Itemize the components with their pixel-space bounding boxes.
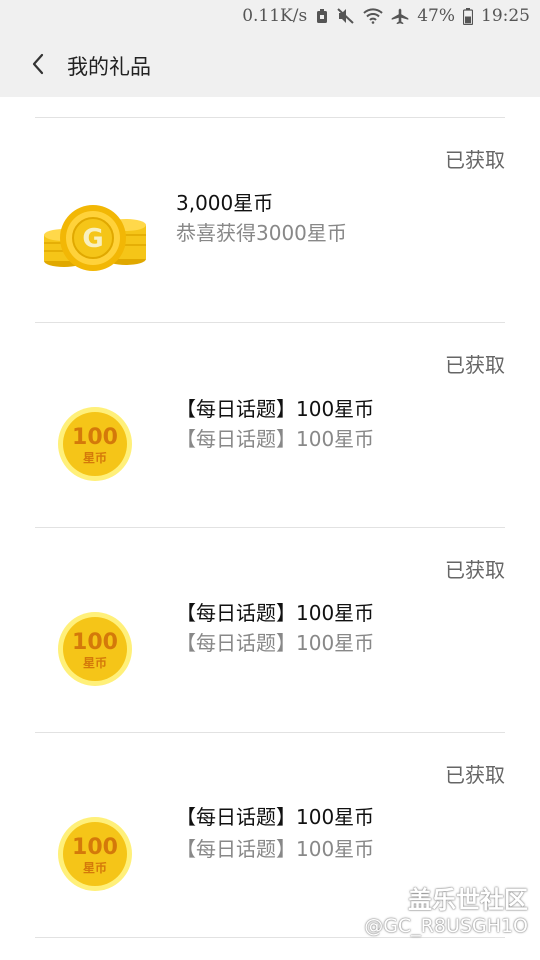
coin-100-icon: 100 星币: [58, 817, 132, 891]
chevron-left-icon: [31, 53, 45, 79]
battery-icon: [463, 7, 473, 25]
gift-title: 3,000星币: [176, 191, 274, 215]
gift-description: 【每日话题】100星币: [176, 837, 375, 861]
gift-title: 【每日话题】100星币: [176, 601, 375, 625]
gold-coins-icon: G: [44, 205, 146, 271]
gift-description: 【每日话题】100星币: [176, 631, 375, 655]
status-bar: 0.11K/s 47% 19:25: [0, 0, 540, 34]
gift-title: 【每日话题】100星币: [176, 397, 375, 421]
notification-icon: [315, 8, 329, 24]
header: 我的礼品: [0, 34, 540, 97]
gift-description: 【每日话题】100星币: [176, 427, 375, 451]
svg-text:星币: 星币: [83, 451, 107, 465]
clock: 19:25: [481, 6, 530, 26]
gift-status: 已获取: [445, 148, 505, 172]
svg-text:G: G: [82, 224, 103, 254]
airplane-icon: [391, 8, 409, 24]
watermark-site: 盖乐世社区: [408, 886, 528, 914]
svg-text:100: 100: [72, 425, 118, 450]
gift-title: 【每日话题】100星币: [176, 805, 375, 829]
gift-status: 已获取: [445, 763, 505, 787]
svg-text:100: 100: [72, 835, 118, 860]
coin-100-icon: 100 星币: [58, 407, 132, 481]
wifi-icon: [363, 8, 383, 24]
gift-status: 已获取: [445, 558, 505, 582]
gift-description: 恭喜获得3000星币: [176, 221, 347, 245]
gift-item[interactable]: 已获取 100 星币 【每日话题】100星币 【每日话题】100星币: [0, 528, 540, 733]
svg-text:100: 100: [72, 630, 118, 655]
gift-item[interactable]: 已获取 100 星币 【每日话题】100星币 【每日话题】100星币: [0, 323, 540, 528]
gift-status: 已获取: [445, 353, 505, 377]
gift-item[interactable]: 已获取 G 3,000星币 恭喜获得3000星币: [0, 118, 540, 323]
svg-text:星币: 星币: [83, 861, 107, 875]
coin-100-icon: 100 星币: [58, 612, 132, 686]
battery-percent: 47%: [417, 6, 455, 26]
watermark-user: @GC_R8USGH1O: [364, 915, 528, 937]
mute-icon: [337, 8, 355, 24]
divider: [35, 937, 505, 938]
network-speed: 0.11K/s: [242, 6, 308, 26]
svg-text:星币: 星币: [83, 656, 107, 670]
page-title: 我的礼品: [67, 55, 151, 79]
back-button[interactable]: [22, 50, 54, 82]
